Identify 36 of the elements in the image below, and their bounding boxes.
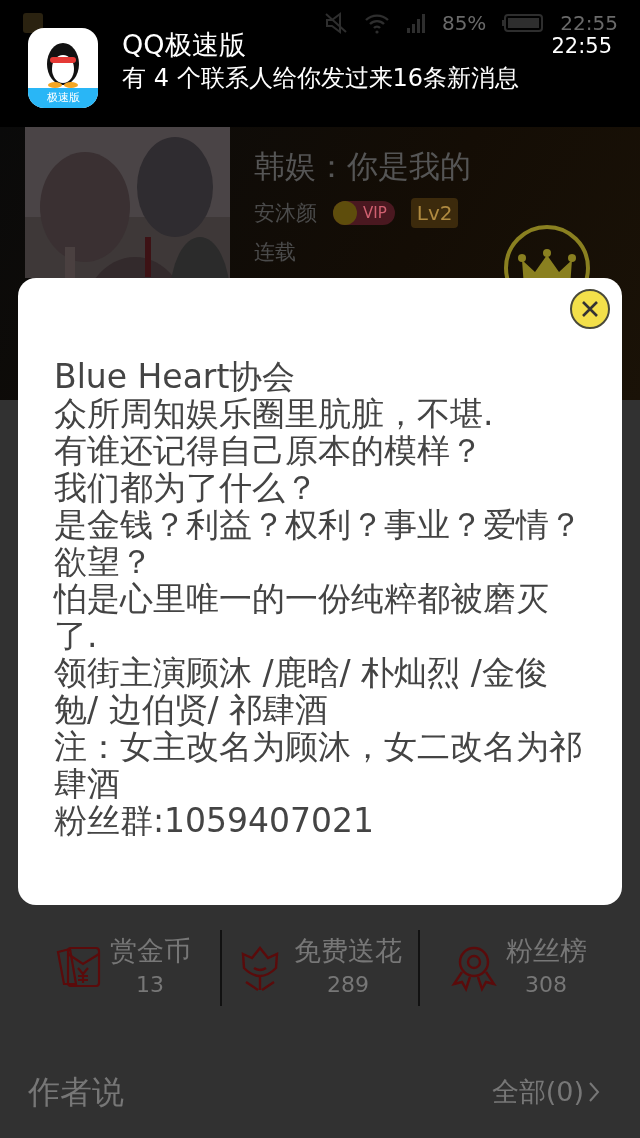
dialog-text: 领街主演顾沐 /鹿晗/ 朴灿烈 /金俊勉/ 边伯贤/ 祁肆酒 [54,654,549,728]
crown-icon [504,225,590,278]
dialog-text: 粉丝群:1059407021 [54,802,376,839]
battery-icon [502,13,545,33]
dialog-text: 我们都为了什么？ [54,469,319,506]
notification-banner[interactable]: 85% 22:55 极速版 QQ极速版 22:55 有 4 个联系人给你发过来16条新消息 [0,0,640,127]
stat-count: 308 [524,971,568,999]
medal-icon [449,944,498,992]
battery-percent: 85% [441,10,487,37]
dialog-text: 有谁还记得自己原本的模样？ [54,432,484,469]
stat-label: 免费送花 [294,934,402,968]
level-badge: Lv2 [410,198,459,229]
stat-count: 13 [135,971,165,999]
dialog-text: Blue Heart协会 [54,358,297,395]
signal-icon [405,12,426,34]
close-icon [581,300,599,318]
icon-label: 极速版 [28,88,98,108]
notification-message: 有 4 个联系人给你发过来16条新消息 [122,63,521,94]
stat-label: 粉丝榜 [505,934,587,968]
serial-status: 连载 [254,239,297,266]
stat-label: 赏金币 [109,934,191,968]
stat-count: 289 [326,971,370,999]
dialog-text: 注：女主改名为顾沐，女二改名为祁肆酒 [54,728,583,802]
author-name: 安沐颜 [254,199,317,227]
book-title: 韩娱：你是我的 [254,147,471,186]
section-title: 作者说 [28,1072,124,1113]
close-button[interactable] [570,289,610,329]
chevron-right-icon [588,1081,600,1103]
dialog-text: 众所周知娱乐圈里肮脏，不堪. [54,395,495,432]
vip-badge: VIP [333,201,395,226]
app-icon [22,12,44,34]
notification-title: QQ极速版 [122,28,246,62]
dialog-text: 怕是心里唯一的一份纯粹都被磨灭了. [54,580,550,654]
mute-icon [323,12,348,34]
wifi-icon [363,12,390,34]
dialog-text: 是金钱？利益？权利？事业？爱情？欲望？ [54,506,583,580]
